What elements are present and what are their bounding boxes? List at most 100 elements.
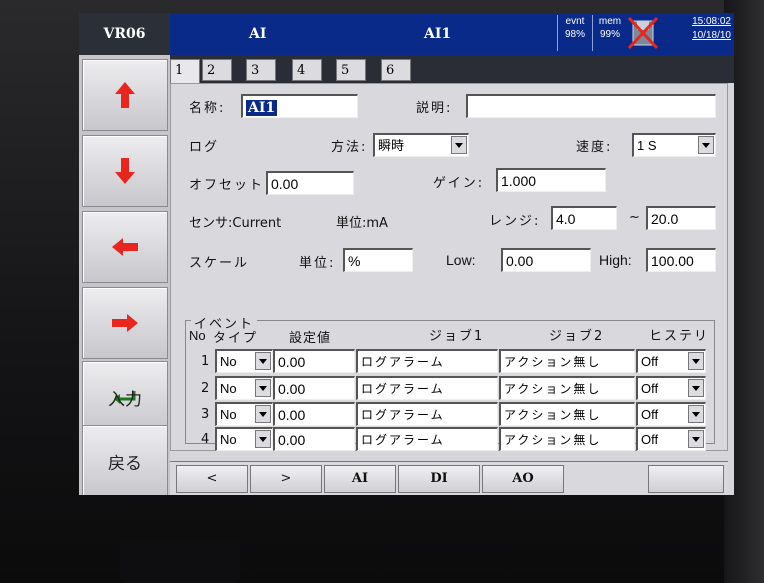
range-high-field[interactable]: 20.0	[646, 206, 716, 230]
chevron-down-icon	[688, 430, 704, 448]
chevron-down-icon	[255, 352, 271, 370]
header-job2: ジョブ2	[549, 329, 605, 344]
range-low-field[interactable]: 4.0	[551, 206, 617, 230]
description-label: 説明:	[416, 101, 453, 116]
event-job2-field[interactable]: アクション無し	[499, 427, 635, 451]
chevron-down-icon	[688, 405, 704, 423]
event-type-value: No	[220, 407, 237, 422]
speed-select[interactable]: 1 S	[632, 133, 716, 157]
sidebar: 入力 戻る	[79, 55, 170, 495]
left-button[interactable]	[82, 211, 168, 283]
scale-unit-field[interactable]: %	[343, 248, 413, 272]
prev-button[interactable]: <	[176, 465, 248, 493]
arrow-up-icon	[115, 82, 135, 108]
speed-label: 速度:	[576, 140, 613, 155]
next-button[interactable]: >	[250, 465, 322, 493]
down-button[interactable]	[82, 135, 168, 207]
method-select[interactable]: 瞬時	[373, 133, 469, 157]
event-no: 4	[201, 432, 210, 447]
event-hysteresis-select[interactable]: Off	[636, 402, 706, 426]
event-hysteresis-value: Off	[641, 381, 659, 396]
tab-3[interactable]: 3	[246, 59, 276, 81]
arrow-down-icon	[115, 158, 135, 184]
ai-button[interactable]: AI	[324, 465, 396, 493]
event-job2-field[interactable]: アクション無し	[499, 402, 635, 426]
section-title: AI	[249, 26, 267, 42]
chevron-down-icon	[451, 136, 467, 154]
event-type-select[interactable]: No	[215, 402, 273, 426]
tab-4[interactable]: 4	[292, 59, 322, 81]
event-no: 3	[201, 407, 210, 422]
event-job1-field[interactable]: ログアラーム	[356, 349, 498, 373]
tab-5[interactable]: 5	[336, 59, 366, 81]
memory-label: mem	[598, 16, 622, 27]
blank-button[interactable]	[648, 465, 724, 493]
title-bar: VR06 AI AI1 evnt 98% mem 99% 15:08:02 10…	[79, 13, 734, 55]
offset-field[interactable]: 0.00	[266, 171, 354, 195]
low-field[interactable]: 0.00	[501, 248, 591, 272]
di-button[interactable]: DI	[398, 465, 480, 493]
unit-label: 単位:mA	[336, 216, 388, 231]
speed-value: 1 S	[637, 138, 657, 153]
header-job1: ジョブ1	[429, 329, 485, 344]
tab-2[interactable]: 2	[202, 59, 232, 81]
event-hysteresis-select[interactable]: Off	[636, 427, 706, 451]
arrow-left-icon	[112, 238, 138, 256]
event-type-value: No	[220, 381, 237, 396]
back-label: 戻る	[108, 453, 142, 474]
back-button[interactable]: 戻る	[82, 425, 168, 495]
scale-label: スケール	[189, 256, 250, 271]
storage-disabled-icon	[626, 15, 660, 51]
high-field[interactable]: 100.00	[646, 248, 716, 272]
chevron-down-icon	[688, 352, 704, 370]
sensor-label: センサ:Current	[189, 216, 282, 231]
event-job2-field[interactable]: アクション無し	[499, 376, 635, 400]
event-setpoint-field[interactable]: 0.00	[273, 349, 355, 373]
ao-button[interactable]: AO	[482, 465, 564, 493]
bottom-nav: < > AI DI AO	[170, 461, 728, 495]
event-type-select[interactable]: No	[215, 427, 273, 451]
event-setpoint-field[interactable]: 0.00	[273, 402, 355, 426]
high-label: High:	[599, 252, 632, 268]
name-value: AI1	[246, 100, 278, 116]
screen: VR06 AI AI1 evnt 98% mem 99% 15:08:02 10…	[79, 13, 734, 495]
gain-field[interactable]: 1.000	[496, 168, 606, 192]
event-type-select[interactable]: No	[215, 376, 273, 400]
tab-1[interactable]: 1	[170, 59, 200, 85]
right-button[interactable]	[82, 287, 168, 359]
header-no: No	[189, 328, 206, 343]
event-hysteresis-select[interactable]: Off	[636, 349, 706, 373]
event-setpoint-field[interactable]: 0.00	[273, 427, 355, 451]
header-hysteresis: ヒステリ	[649, 329, 710, 344]
low-label: Low:	[446, 252, 476, 268]
event-job2-field[interactable]: アクション無し	[499, 349, 635, 373]
event-hysteresis-select[interactable]: Off	[636, 376, 706, 400]
event-no: 1	[201, 354, 210, 369]
event-job1-field[interactable]: ログアラーム	[356, 376, 498, 400]
event-type-select[interactable]: No	[215, 349, 273, 373]
name-label: 名称:	[189, 101, 226, 116]
header-type: タイプ	[213, 331, 259, 346]
name-field[interactable]: AI1	[241, 94, 358, 118]
tab-6[interactable]: 6	[381, 59, 411, 81]
chevron-down-icon	[255, 405, 271, 423]
event-label: evnt	[565, 16, 585, 27]
device-name: VR06	[79, 13, 170, 55]
enter-button[interactable]: 入力	[82, 361, 168, 433]
event-setpoint-field[interactable]: 0.00	[273, 376, 355, 400]
clock: 15:08:02 10/18/10	[665, 15, 731, 51]
arrow-right-icon	[112, 314, 138, 332]
event-job1-field[interactable]: ログアラーム	[356, 427, 498, 451]
event-job1-field[interactable]: ログアラーム	[356, 402, 498, 426]
event-value: 98%	[564, 29, 585, 40]
offset-label: オフセット	[189, 178, 265, 193]
event-hysteresis-value: Off	[641, 407, 659, 422]
memory-value: 99%	[599, 29, 620, 40]
tab-bar: 1 2 3 4 5 6	[170, 55, 734, 85]
chevron-down-icon	[255, 379, 271, 397]
description-field[interactable]	[466, 94, 716, 118]
clock-date: 10/18/10	[692, 30, 731, 41]
chevron-down-icon	[688, 379, 704, 397]
enter-label: 入力	[108, 389, 142, 410]
up-button[interactable]	[82, 59, 168, 131]
